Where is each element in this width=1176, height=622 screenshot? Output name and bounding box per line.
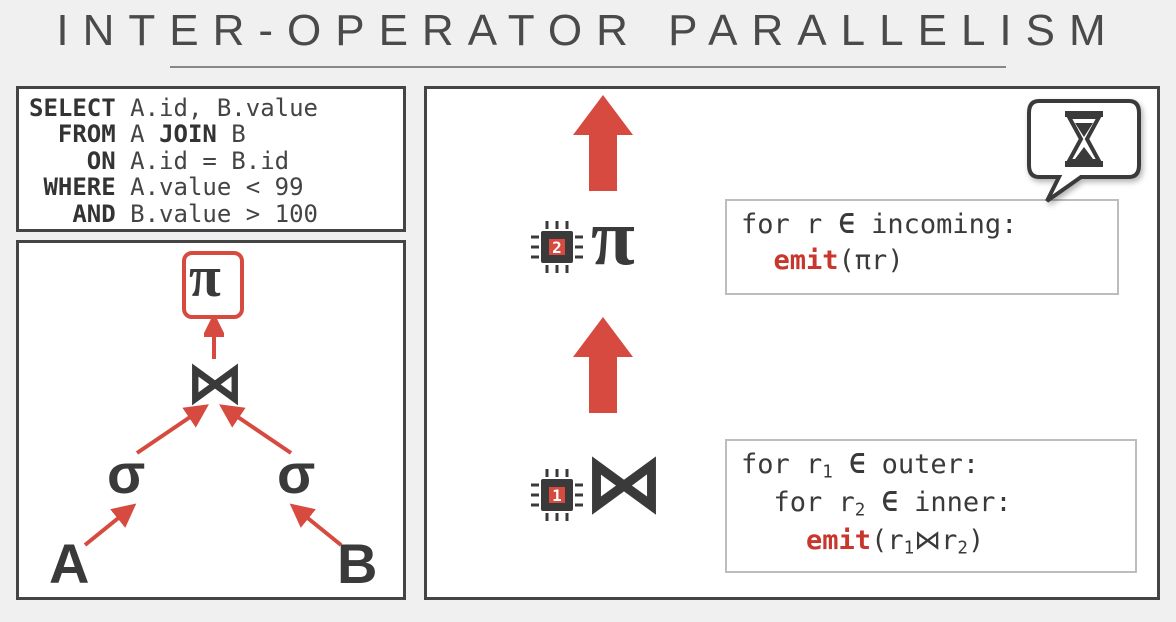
arrow-sigma-right-to-join (217, 403, 297, 459)
code-join-line-3: emit(r1⋈r2) (741, 523, 1121, 561)
big-arrow-top (573, 95, 633, 191)
code-join-line-1: for r1 ∈ outer: (741, 447, 1121, 485)
cpu-2-label: 2 (531, 221, 583, 273)
arrow-sigma-left-to-join (131, 403, 211, 459)
cpu-chip-2: 2 (531, 221, 583, 273)
exec-pi-operator: π (591, 193, 635, 284)
arrow-a-to-sigma (79, 503, 139, 551)
sql-line-3: ON A.id = B.id (29, 148, 393, 174)
big-arrow-middle (573, 317, 633, 413)
arrow-b-to-sigma (287, 503, 347, 551)
query-plan-box: π ⋈ σ σ A B (16, 240, 406, 600)
code-join-line-2: for r2 ∈ inner: (741, 485, 1121, 523)
sql-line-1: SELECT A.id, B.value (29, 95, 393, 121)
title-underline (170, 66, 1006, 68)
code-box-join: for r1 ∈ outer: for r2 ∈ inner: emit(r1⋈… (725, 439, 1137, 573)
exec-join-operator: ⋈ (585, 439, 663, 529)
wait-callout (1019, 89, 1149, 219)
cpu-1-label: 1 (531, 469, 583, 521)
slide-title: INTER-OPERATOR PARALLELISM (0, 6, 1176, 56)
sql-line-5: AND B.value > 100 (29, 201, 393, 227)
code-pi-line-2: emit(πr) (741, 243, 1103, 279)
sql-query-box: SELECT A.id, B.value FROM A JOIN B ON A.… (16, 86, 406, 232)
pi-operator: π (189, 243, 221, 310)
slide: INTER-OPERATOR PARALLELISM SELECT A.id, … (0, 0, 1176, 622)
cpu-chip-1: 1 (531, 469, 583, 521)
sql-line-4: WHERE A.value < 99 (29, 174, 393, 200)
execution-box: 2 π for r ∈ incoming: emit(πr) (424, 86, 1160, 600)
sql-line-2: FROM A JOIN B (29, 121, 393, 147)
